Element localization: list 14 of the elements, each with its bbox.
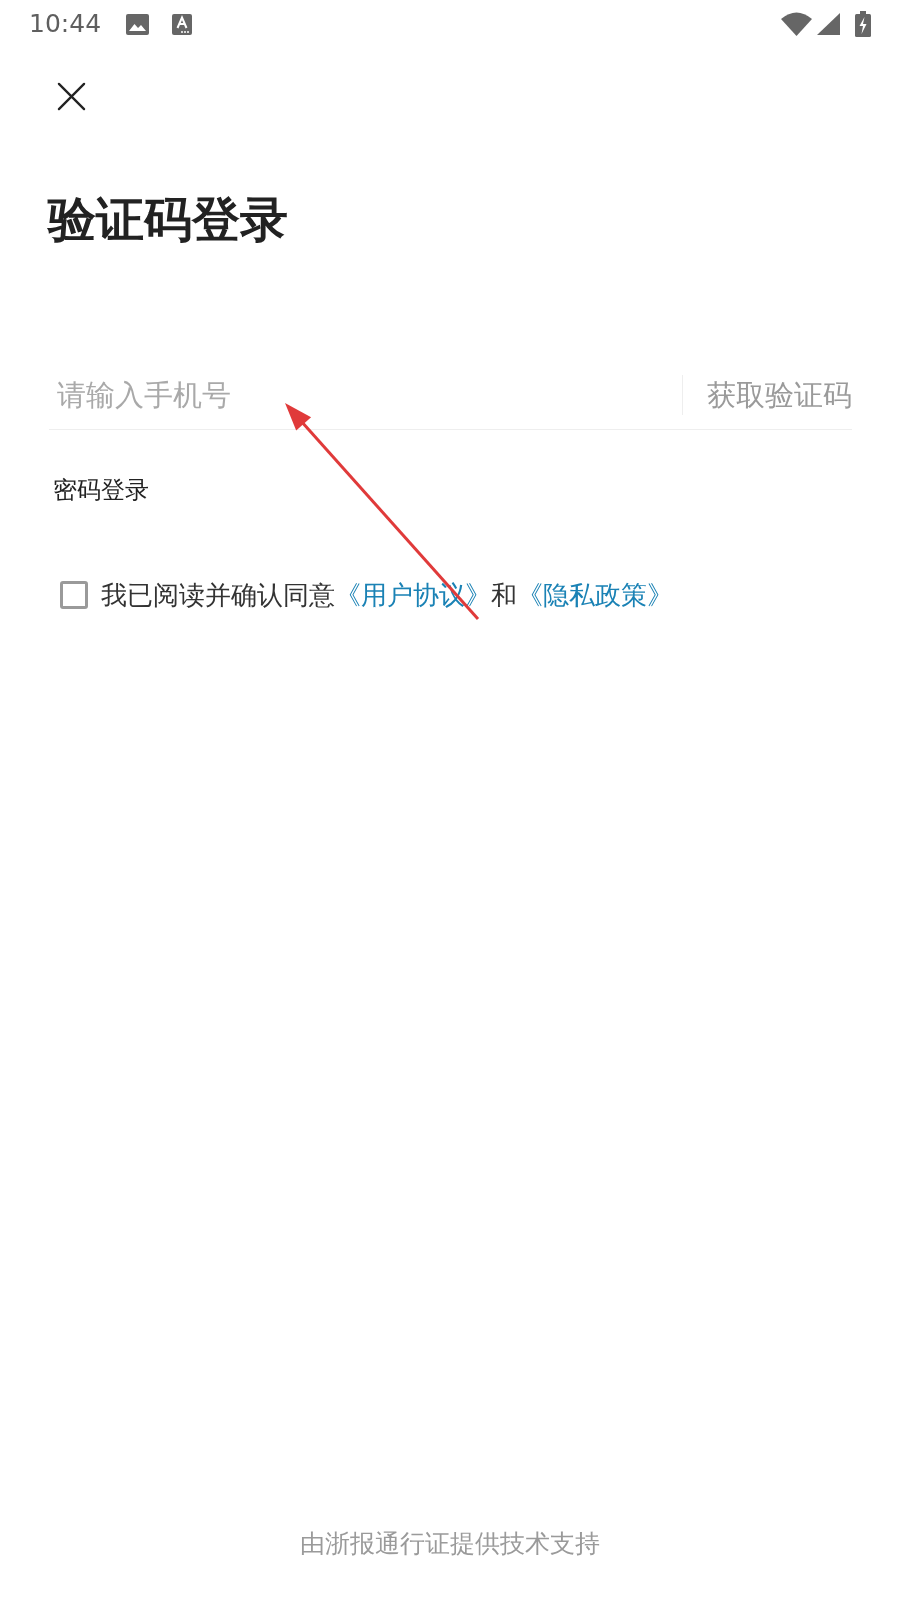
password-login-link[interactable]: 密码登录: [53, 476, 149, 504]
app-notification-icon: [172, 13, 193, 35]
agreement-checkbox[interactable]: [60, 581, 88, 609]
get-code-button[interactable]: 获取验证码: [683, 374, 852, 415]
image-notification-icon: [126, 13, 150, 35]
wifi-icon: [781, 12, 812, 36]
close-icon: [56, 81, 86, 111]
phone-input[interactable]: 请输入手机号: [49, 374, 682, 415]
footer-text: 由浙报通行证提供技术支持: [300, 1528, 600, 1560]
policy-link[interactable]: 《隐私政策》: [517, 580, 673, 610]
page-title: 验证码登录: [48, 191, 288, 247]
signal-icon: [817, 13, 840, 35]
status-time: 10:44: [29, 9, 102, 39]
battery-charging-icon: [855, 11, 871, 37]
